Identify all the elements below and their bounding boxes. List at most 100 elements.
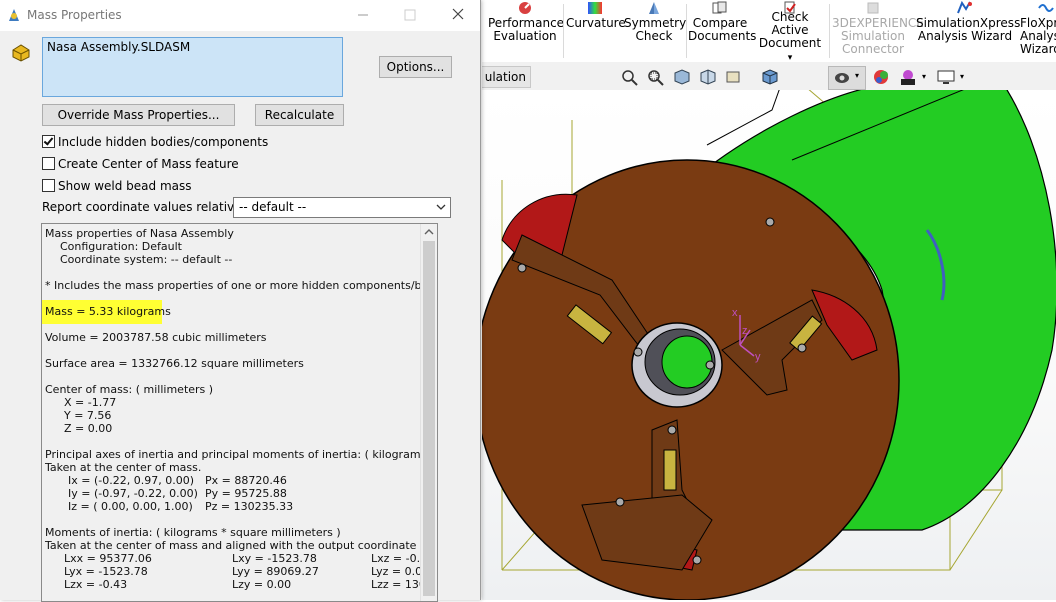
ribbon-label: 3DEXPERIENCE: [832, 16, 924, 30]
triad-x-label: x: [732, 307, 738, 319]
ribbon-label: Check Active: [771, 10, 809, 37]
chevron-down-icon: [436, 204, 446, 210]
report-surface-area: Surface area = 1332766.12 square millime…: [45, 357, 304, 370]
ribbon-separator: [563, 4, 564, 58]
report-lzy: Lzy = 0.00: [232, 578, 292, 591]
zoom-to-fit-icon[interactable]: [620, 68, 640, 86]
report-py: Py = 95725.88: [205, 487, 287, 500]
report-mass: Mass = 5.33 kilograms: [45, 305, 171, 318]
recalculate-button[interactable]: Recalculate: [255, 104, 344, 126]
report-lxx: Lxx = 95377.06: [64, 552, 152, 565]
compare-documents-icon: [712, 1, 727, 14]
maximize-icon[interactable]: [398, 4, 422, 26]
display-style-icon: [835, 73, 849, 83]
graphics-viewport[interactable]: x y z: [482, 90, 1056, 600]
coordinate-system-select[interactable]: -- default --: [233, 197, 451, 218]
symmetry-check-icon: [649, 2, 659, 14]
assembly-icon: [12, 44, 30, 62]
report-coordinate-system: Coordinate system: -- default --: [60, 253, 233, 266]
options-button[interactable]: Options...: [379, 56, 452, 78]
checkbox-checked-icon[interactable]: [42, 135, 55, 148]
check-active-document-button[interactable]: Check Active Document ▾: [754, 0, 826, 63]
ribbon-label: Symmetry: [624, 16, 687, 30]
curvature-icon: [588, 2, 602, 14]
triad-y-label: y: [755, 351, 761, 363]
report-lyx: Lyx = -1523.78: [64, 565, 148, 578]
report-moments-header: Moments of inertia: ( kilograms * square…: [45, 526, 341, 539]
mass-properties-report[interactable]: Mass properties of Nasa Assembly Configu…: [41, 223, 438, 602]
ribbon-separator: [829, 4, 830, 58]
ribbon-label: Simulation: [841, 29, 905, 43]
view-orientation-icon[interactable]: [760, 68, 780, 86]
report-pz: Pz = 130235.33: [205, 500, 294, 513]
report-iz: Iz = ( 0.00, 0.00, 1.00): [68, 500, 193, 513]
symmetry-check-button[interactable]: Symmetry Check: [624, 0, 687, 62]
apply-scene-icon[interactable]: [898, 68, 918, 86]
performance-evaluation-button[interactable]: Performance Evaluation: [488, 0, 565, 62]
report-ix: Ix = (-0.22, 0.97, 0.00): [68, 474, 194, 487]
minimize-icon[interactable]: [351, 4, 375, 26]
chevron-down-icon[interactable]: ▾: [922, 72, 926, 81]
ribbon-label: Performance: [488, 16, 565, 30]
close-icon[interactable]: [446, 4, 470, 26]
tab-simulation[interactable]: ulation: [482, 66, 531, 88]
dialog-title: Mass Properties: [27, 8, 122, 22]
ribbon-label: Evaluation: [493, 29, 557, 43]
curvature-button[interactable]: Curvature: [566, 0, 626, 62]
report-com-x: X = -1.77: [64, 396, 117, 409]
report-scrollbar[interactable]: [420, 224, 437, 601]
scrollbar-thumb[interactable]: [423, 241, 435, 596]
ribbon-label: Connector: [842, 42, 904, 56]
report-header: Mass properties of Nasa Assembly: [45, 227, 234, 240]
ribbon-label: Analysis: [1020, 29, 1056, 43]
ribbon-label: Compare: [692, 16, 748, 30]
selected-items-list[interactable]: Nasa Assembly.SLDASM: [42, 37, 343, 97]
ribbon-label: Documents: [688, 29, 757, 43]
view-settings-icon[interactable]: [936, 68, 956, 86]
ribbon-label: Curvature: [566, 16, 626, 30]
floxpress-analysis-wizard-button[interactable]: FloXpressAnalysisWizard: [1016, 0, 1056, 62]
checkbox-unchecked-icon[interactable]: [42, 157, 55, 170]
ribbon-separator: [686, 4, 687, 58]
previous-view-icon[interactable]: [672, 68, 692, 86]
create-center-of-mass-checkbox[interactable]: Create Center of Mass feature: [42, 156, 239, 172]
checkbox-label: Include hidden bodies/components: [58, 135, 269, 149]
dialog-titlebar[interactable]: Mass Properties: [0, 0, 480, 31]
report-configuration: Configuration: Default: [60, 240, 182, 253]
display-style-button[interactable]: ▾: [828, 66, 866, 90]
simulationxpress-analysis-wizard-button[interactable]: SimulationXpress Analysis Wizard: [916, 0, 1020, 62]
report-iy: Iy = (-0.97, -0.22, 0.00): [68, 487, 198, 500]
chevron-down-icon[interactable]: ▾: [960, 72, 964, 81]
edit-appearance-icon[interactable]: [872, 68, 892, 86]
override-mass-properties-button[interactable]: Override Mass Properties...: [42, 104, 235, 126]
mass-properties-dialog: Mass Properties Nasa Assembly.SLDASM Opt…: [0, 0, 481, 602]
tab-label: ulation: [484, 70, 526, 84]
report-lxy: Lxy = -1523.78: [232, 552, 317, 565]
floxpress-icon: [1038, 4, 1054, 12]
report-volume: Volume = 2003787.58 cubic millimeters: [45, 331, 267, 344]
3dexperience-icon: [867, 2, 879, 14]
show-weld-bead-mass-checkbox[interactable]: Show weld bead mass: [42, 178, 192, 194]
report-com-header: Center of mass: ( millimeters ): [45, 383, 214, 396]
checkbox-unchecked-icon[interactable]: [42, 179, 55, 192]
dynamic-annotation-icon[interactable]: [724, 68, 744, 86]
3dexperience-simulation-connector-button[interactable]: 3DEXPERIENCE Simulation Connector: [832, 0, 924, 62]
selected-item[interactable]: Nasa Assembly.SLDASM: [47, 40, 190, 54]
ribbon-label: Wizard: [1020, 42, 1056, 56]
simulationxpress-icon: [957, 1, 972, 14]
include-hidden-checkbox[interactable]: Include hidden bodies/components: [42, 134, 268, 150]
report-com-z: Z = 0.00: [64, 422, 113, 435]
ribbon-label: Analysis Wizard: [917, 29, 1013, 43]
compare-documents-button[interactable]: Compare Documents: [688, 0, 756, 62]
report-principal-axes-header: Principal axes of inertia and principal …: [45, 448, 437, 461]
ribbon-label: Document: [758, 36, 822, 50]
ribbon-label: FloXpress: [1020, 16, 1056, 30]
scroll-up-icon[interactable]: [424, 228, 434, 236]
checkbox-label: Create Center of Mass feature: [58, 157, 239, 171]
zoom-to-area-icon[interactable]: [646, 68, 666, 86]
report-moments-taken: Taken at the center of mass and aligned …: [45, 539, 438, 552]
hub-shaft: [661, 335, 713, 389]
section-view-icon[interactable]: [698, 68, 718, 86]
report-com-y: Y = 7.56: [64, 409, 112, 422]
performance-evaluation-icon: [519, 2, 531, 14]
